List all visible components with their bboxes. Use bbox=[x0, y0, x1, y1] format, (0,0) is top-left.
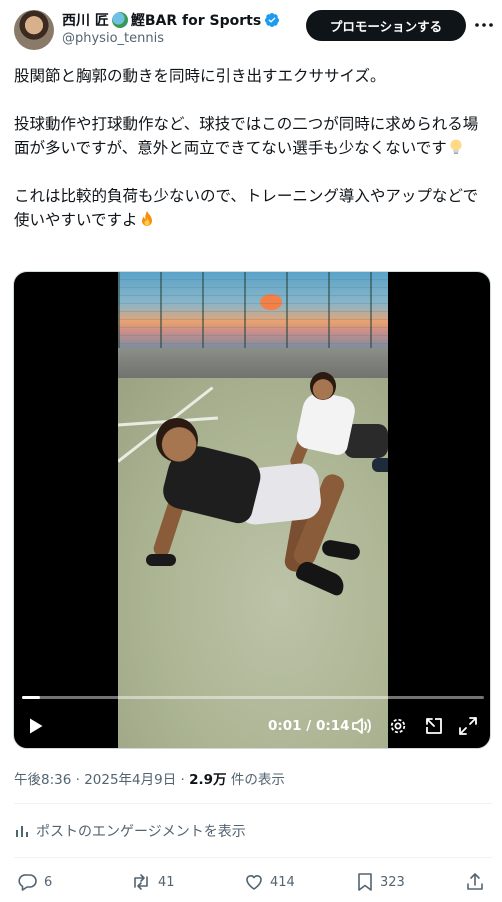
tweet-date[interactable]: 2025年4月9日 bbox=[84, 772, 176, 788]
repost-button[interactable]: 41 bbox=[130, 870, 175, 894]
lightbulb-icon bbox=[447, 138, 465, 156]
divider bbox=[14, 857, 492, 858]
video-progress-bar[interactable] bbox=[22, 696, 484, 699]
view-engagement-link[interactable]: ポストのエンゲージメントを表示 bbox=[14, 820, 246, 842]
tweet-paragraph-3: これは比較的負荷も少ないので、トレーニング導入やアップなどで使いやすいですよ bbox=[14, 184, 492, 232]
tweet-paragraph-1: 股関節と胸郭の動きを同時に引き出すエクササイズ。 bbox=[14, 67, 386, 85]
share-button[interactable] bbox=[466, 870, 484, 894]
tweet-actions: 6 41 414 323 bbox=[0, 870, 502, 894]
tweet-header: 西川 匠 鰹BAR for Sports @physio_tennis プロモー… bbox=[0, 0, 502, 58]
divider bbox=[14, 803, 492, 804]
reply-count: 6 bbox=[44, 874, 53, 890]
video-player[interactable]: 0:01 / 0:14 bbox=[13, 271, 491, 749]
bookmark-icon bbox=[356, 872, 374, 892]
tweet-paragraph-2-text: 投球動作や打球動作など、球技ではこの二つが同時に求められる場面が多いですが、意外… bbox=[14, 115, 479, 157]
verified-badge-icon[interactable] bbox=[264, 12, 280, 28]
views-count: 2.9万 bbox=[189, 772, 227, 788]
author-handle[interactable]: @physio_tennis bbox=[62, 31, 164, 46]
video-frame bbox=[118, 272, 388, 748]
settings-gear-icon[interactable] bbox=[386, 714, 410, 738]
reply-icon bbox=[18, 872, 38, 892]
tweet-time[interactable]: 午後8:36 bbox=[14, 772, 71, 788]
globe-emoji-icon bbox=[111, 12, 128, 28]
tweet-paragraph-2: 投球動作や打球動作など、球技ではこの二つが同時に求められる場面が多いですが、意外… bbox=[14, 112, 492, 160]
video-duration: 0:14 bbox=[315, 718, 350, 734]
video-time: 0:01 / 0:14 bbox=[268, 714, 350, 738]
fullscreen-icon[interactable] bbox=[456, 714, 480, 738]
heart-icon bbox=[244, 872, 264, 892]
promote-button[interactable]: プロモーションする bbox=[306, 10, 466, 41]
view-engagement-label[interactable]: ポストのエンゲージメントを表示 bbox=[36, 821, 246, 841]
video-time-separator: / bbox=[301, 718, 316, 734]
share-icon bbox=[466, 872, 484, 892]
more-icon[interactable] bbox=[474, 16, 494, 34]
views-label: 件の表示 bbox=[226, 772, 285, 788]
tweet-meta: 午後8:36 · 2025年4月9日 · 2.9万 件の表示 bbox=[14, 768, 285, 788]
play-icon[interactable] bbox=[24, 714, 48, 738]
bookmark-count: 323 bbox=[380, 874, 405, 890]
fire-icon bbox=[138, 210, 156, 228]
bookmark-button[interactable]: 323 bbox=[356, 870, 405, 894]
picture-in-picture-icon[interactable] bbox=[422, 714, 446, 738]
volume-icon[interactable] bbox=[350, 714, 374, 738]
tweet-text: 股関節と胸郭の動きを同時に引き出すエクササイズ。 投球動作や打球動作など、球技で… bbox=[14, 64, 492, 232]
reply-button[interactable]: 6 bbox=[18, 870, 52, 894]
video-progress-fill bbox=[22, 696, 41, 699]
avatar[interactable] bbox=[14, 10, 54, 50]
display-name[interactable]: 西川 匠 bbox=[62, 10, 109, 30]
analytics-bar-icon bbox=[14, 823, 30, 839]
like-button[interactable]: 414 bbox=[244, 870, 295, 894]
tweet-paragraph-3-text: これは比較的負荷も少ないので、トレーニング導入やアップなどで使いやすいですよ bbox=[14, 187, 479, 229]
display-name-suffix[interactable]: 鰹BAR for Sports bbox=[131, 10, 261, 30]
repost-count: 41 bbox=[158, 874, 175, 890]
meta-separator-2: · bbox=[176, 772, 190, 788]
meta-separator: · bbox=[71, 772, 85, 788]
video-current-time: 0:01 bbox=[268, 718, 302, 734]
repost-icon bbox=[130, 872, 152, 892]
author-name-row[interactable]: 西川 匠 鰹BAR for Sports bbox=[62, 10, 280, 30]
like-count: 414 bbox=[270, 874, 295, 890]
